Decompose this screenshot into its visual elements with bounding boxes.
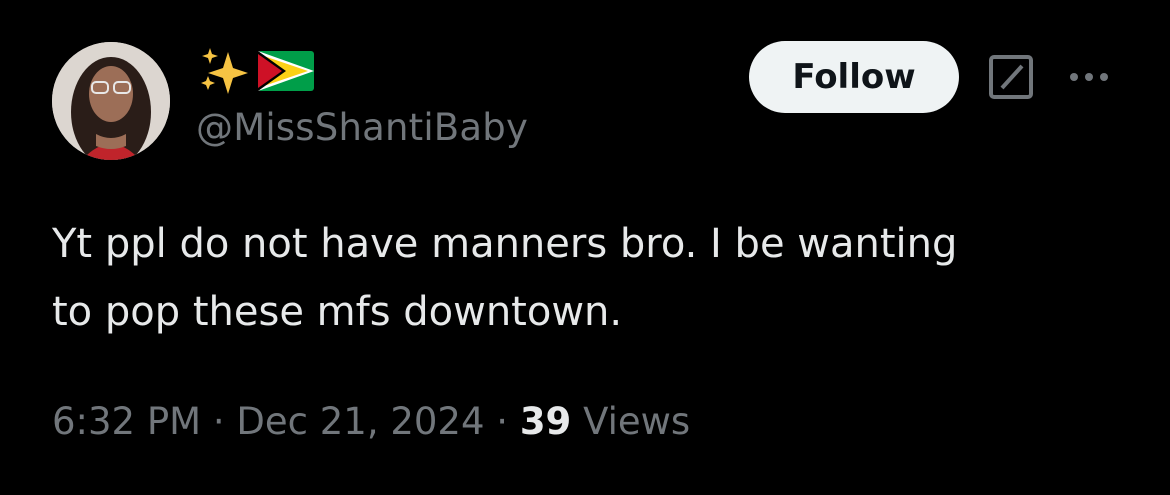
avatar[interactable] (52, 42, 170, 160)
views-count: 39 (519, 400, 572, 443)
tweet-card: @MissShantiBaby Follow Yt ppl do not hav… (0, 0, 1170, 495)
more-icon[interactable] (1066, 62, 1112, 92)
display-name[interactable] (198, 46, 314, 96)
tweet-text: Yt ppl do not have manners bro. I be wan… (52, 221, 958, 335)
grok-icon[interactable] (988, 54, 1034, 100)
meta-separator: · (201, 400, 237, 443)
sparkles-icon (198, 46, 250, 96)
tweet-time[interactable]: 6:32 PM (52, 400, 201, 443)
tweet-meta: 6:32 PM · Dec 21, 2024 · 39 Views (52, 400, 690, 443)
author-handle[interactable]: @MissShantiBaby (196, 106, 528, 149)
meta-separator-2: · (484, 400, 520, 443)
avatar-image (52, 42, 170, 160)
guyana-flag-icon (258, 51, 314, 91)
views-label: Views (571, 400, 691, 443)
follow-button[interactable]: Follow (749, 41, 959, 113)
tweet-date[interactable]: Dec 21, 2024 (236, 400, 484, 443)
